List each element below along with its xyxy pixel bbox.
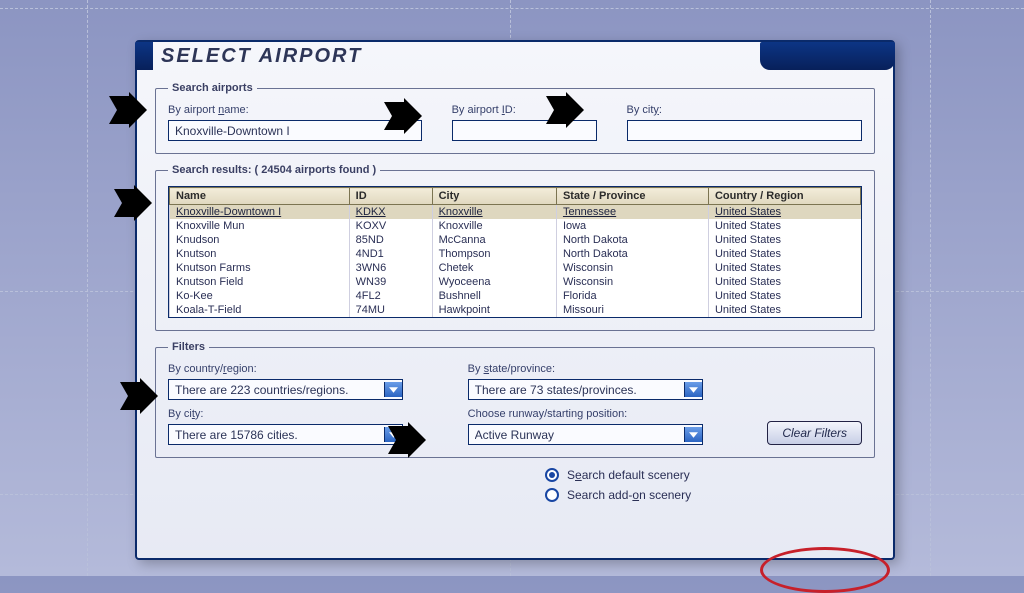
filters-legend: Filters [168,341,209,353]
cell-country: United States [708,261,860,275]
cell-name: Knutson Field [170,275,350,289]
table-row[interactable]: Knoxville MunKOXVKnoxvilleIowaUnited Sta… [170,219,861,233]
cell-city: Wyoceena [432,275,556,289]
cell-city: Knoxville [432,219,556,233]
by-airport-name-input[interactable] [168,120,422,141]
by-city-input[interactable] [627,120,862,141]
cell-country: United States [708,275,860,289]
cell-state: Florida [556,289,708,303]
table-row[interactable]: Knutson Farms3WN6ChetekWisconsinUnited S… [170,261,861,275]
cell-city: Bushnell [432,289,556,303]
cell-state: Missouri [556,303,708,317]
col-city[interactable]: City [432,188,556,205]
by-city-label: By city: [627,104,862,116]
search-airports-legend: Search airports [168,82,257,94]
radio-addon-scenery[interactable]: Search add-on scenery [545,488,875,502]
cell-state: Iowa [556,219,708,233]
table-row[interactable]: Knutson FieldWN39WyoceenaWisconsinUnited… [170,275,861,289]
radio-dot-icon [545,468,559,482]
cell-id: 4ND1 [349,247,432,261]
cell-city: Knoxville [432,205,556,220]
filter-country-label: By country/region: [168,363,442,375]
cell-country: United States [708,289,860,303]
cell-state: Wisconsin [556,261,708,275]
search-results-group: Search results: ( 24504 airports found )… [155,164,875,331]
radio-dot-icon [545,488,559,502]
scenery-radio-group: Search default scenery Search add-on sce… [545,468,875,502]
cell-id: 74MU [349,303,432,317]
cell-city: Chetek [432,261,556,275]
filter-country-combo[interactable]: There are 223 countries/regions. [168,379,403,400]
filter-runway-label: Choose runway/starting position: [468,408,742,420]
filter-state-label: By state/province: [468,363,742,375]
by-airport-name-label: By airport name: [168,104,422,116]
radio-default-scenery[interactable]: Search default scenery [545,468,875,482]
table-row[interactable]: Koala-T-Field74MUHawkpointMissouriUnited… [170,303,861,317]
cell-city: Hawkpoint [432,303,556,317]
search-results-legend: Search results: ( 24504 airports found ) [168,164,380,176]
cell-state: Tennessee [556,205,708,220]
table-row[interactable]: Knudson85NDMcCannaNorth DakotaUnited Sta… [170,233,861,247]
chevron-down-icon [384,427,402,442]
cell-country: United States [708,247,860,261]
filters-group: Filters By country/region: There are 223… [155,341,875,458]
cell-name: Knutson Farms [170,261,350,275]
results-table: Name ID City State / Province Country / … [169,187,861,317]
cell-state: North Dakota [556,233,708,247]
select-airport-dialog: SELECT AIRPORT Search airports By airpor… [135,40,895,560]
cell-state: Wisconsin [556,275,708,289]
cell-name: Knutson [170,247,350,261]
cell-city: McCanna [432,233,556,247]
radio-addon-scenery-label: Search add-on scenery [567,488,691,502]
cell-name: Knudson [170,233,350,247]
chevron-down-icon [684,427,702,442]
col-country[interactable]: Country / Region [708,188,860,205]
cell-id: 3WN6 [349,261,432,275]
cell-id: 4FL2 [349,289,432,303]
cell-name: Knoxville Mun [170,219,350,233]
by-airport-id-input[interactable] [452,120,597,141]
dialog-title: SELECT AIRPORT [161,45,362,68]
table-row[interactable]: Knoxville-Downtown IKDKXKnoxvilleTenness… [170,205,861,220]
cell-city: Thompson [432,247,556,261]
filter-city-combo[interactable]: There are 15786 cities. [168,424,403,445]
search-airports-group: Search airports By airport name: By airp… [155,82,875,154]
col-name[interactable]: Name [170,188,350,205]
cell-name: Knoxville-Downtown I [170,205,350,220]
results-table-wrap[interactable]: Name ID City State / Province Country / … [168,186,862,318]
cell-id: KDKX [349,205,432,220]
table-row[interactable]: Knutson4ND1ThompsonNorth DakotaUnited St… [170,247,861,261]
cell-country: United States [708,303,860,317]
col-id[interactable]: ID [349,188,432,205]
cell-name: Koala-T-Field [170,303,350,317]
cell-country: United States [708,233,860,247]
radio-default-scenery-label: Search default scenery [567,468,690,482]
titlebar: SELECT AIRPORT [137,42,893,70]
filter-runway-combo[interactable]: Active Runway [468,424,703,445]
filter-state-combo[interactable]: There are 73 states/provinces. [468,379,703,400]
cell-country: United States [708,219,860,233]
clear-filters-button[interactable]: Clear Filters [767,421,862,445]
filter-city-label: By city: [168,408,442,420]
col-state[interactable]: State / Province [556,188,708,205]
cell-id: 85ND [349,233,432,247]
cell-id: KOXV [349,219,432,233]
chevron-down-icon [684,382,702,397]
cell-state: North Dakota [556,247,708,261]
cell-id: WN39 [349,275,432,289]
cell-name: Ko-Kee [170,289,350,303]
cell-country: United States [708,205,860,220]
by-airport-id-label: By airport ID: [452,104,597,116]
table-row[interactable]: Ko-Kee4FL2BushnellFloridaUnited States [170,289,861,303]
chevron-down-icon [384,382,402,397]
